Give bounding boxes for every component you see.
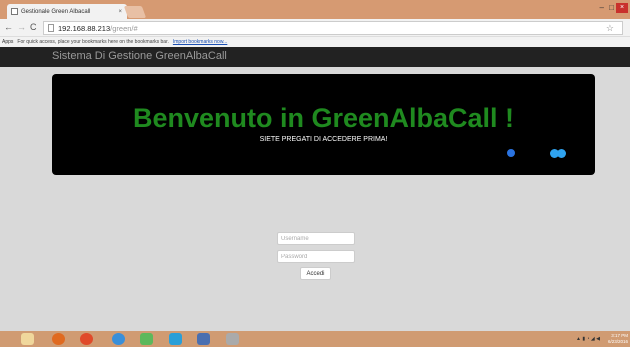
browser-titlebar: Gestionale Green Albacall × – □ × xyxy=(0,0,630,19)
minimize-button[interactable]: – xyxy=(600,3,604,12)
tab-close-button[interactable]: × xyxy=(118,9,122,15)
maximize-button[interactable]: □ xyxy=(609,3,614,12)
welcome-banner: Benvenuto in GreenAlbaCall ! SIETE PREGA… xyxy=(52,74,595,175)
new-tab-button[interactable] xyxy=(123,6,147,18)
app-navbar: Sistema Di Gestione GreenAlbaCall xyxy=(0,47,630,67)
page-icon xyxy=(48,24,54,32)
username-input[interactable] xyxy=(277,232,355,245)
taskbar: ▲ ▮ ◔ ◢ ◀ 3:17 PM 6/23/2016 xyxy=(0,331,630,347)
import-bookmarks-link[interactable]: Import bookmarks now... xyxy=(173,39,227,45)
file-explorer-icon[interactable] xyxy=(21,333,34,345)
forward-icon[interactable]: → xyxy=(17,22,26,32)
skype-icon[interactable] xyxy=(169,333,182,345)
bookmark-star-icon[interactable]: ☆ xyxy=(606,23,614,34)
favicon-icon xyxy=(11,8,18,15)
url-path: /green/# xyxy=(110,23,138,33)
app-icon[interactable] xyxy=(197,333,210,345)
app-brand[interactable]: Sistema Di Gestione GreenAlbaCall xyxy=(52,50,227,62)
browser-tab[interactable]: Gestionale Green Albacall × xyxy=(7,4,127,19)
close-window-button[interactable]: × xyxy=(616,3,628,13)
login-button[interactable]: Accedi xyxy=(300,267,331,280)
tab-title: Gestionale Green Albacall xyxy=(21,8,91,15)
app-icon[interactable] xyxy=(140,333,153,345)
system-tray[interactable]: ▲ ▮ ◔ ◢ ◀ xyxy=(576,336,600,342)
decorative-dot xyxy=(507,149,515,157)
url-host: 192.168.88.213 xyxy=(58,23,111,33)
back-icon[interactable]: ← xyxy=(4,22,13,32)
welcome-title: Benvenuto in GreenAlbaCall ! xyxy=(132,103,515,133)
system-clock[interactable]: 3:17 PM 6/23/2016 xyxy=(608,333,628,345)
decorative-dot xyxy=(557,149,566,158)
browser-toolbar: ← → C 192.168.88.213 /green/# ☆ xyxy=(0,19,630,37)
internet-explorer-icon[interactable] xyxy=(112,333,125,345)
app-icon[interactable] xyxy=(226,333,239,345)
firefox-icon[interactable] xyxy=(52,333,65,345)
apps-shortcut[interactable]: Apps xyxy=(2,39,13,45)
login-required-message: SIETE PREGATI DI ACCEDERE PRIMA! xyxy=(259,136,388,143)
reload-icon[interactable]: C xyxy=(30,22,37,32)
clock-date: 6/23/2016 xyxy=(607,339,628,344)
password-input[interactable] xyxy=(277,250,355,263)
bookmarks-hint: For quick access, place your bookmarks h… xyxy=(17,39,169,45)
address-bar[interactable]: 192.168.88.213 /green/# ☆ xyxy=(43,21,623,35)
bookmarks-bar: Apps For quick access, place your bookma… xyxy=(0,37,630,47)
chrome-icon[interactable] xyxy=(80,333,93,345)
